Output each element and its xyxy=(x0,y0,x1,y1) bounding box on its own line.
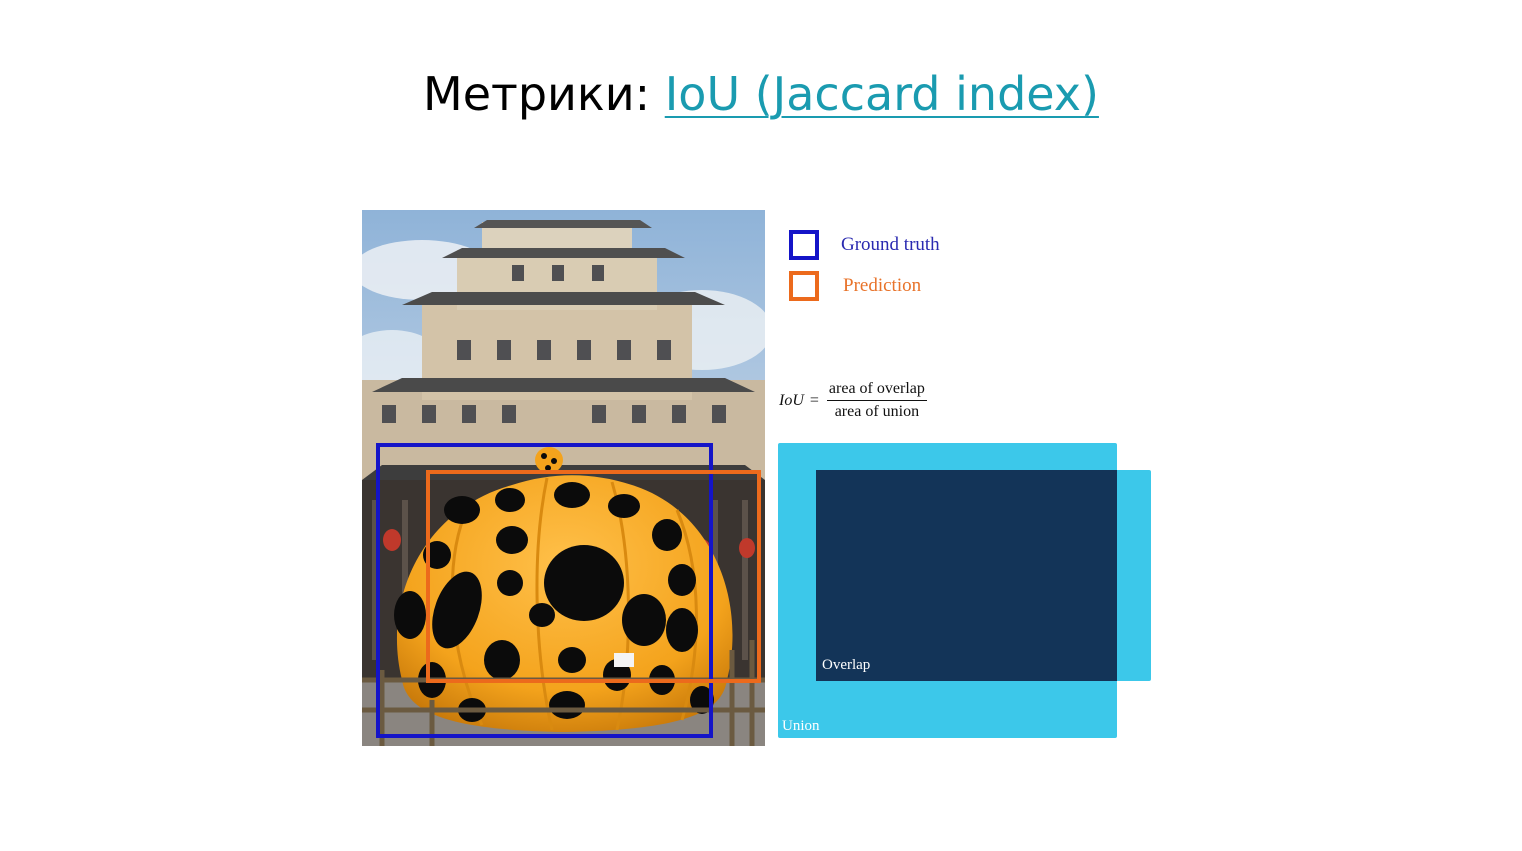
formula-denominator: area of union xyxy=(834,403,920,420)
formula-lhs: IoU xyxy=(779,391,804,409)
overlap-area xyxy=(816,470,1117,681)
overlap-label: Overlap xyxy=(822,657,871,673)
ground-truth-label: Ground truth xyxy=(841,234,940,255)
formula-fraction: area of overlap area of union xyxy=(826,380,927,421)
prediction-label: Prediction xyxy=(843,275,922,296)
title-prefix: Метрики: xyxy=(423,67,665,121)
iou-formula: IoU = area of overlap area of union xyxy=(779,380,927,421)
iou-link[interactable]: IoU (Jaccard index) xyxy=(665,67,1099,121)
union-area-extension xyxy=(1112,470,1151,681)
page-title: Метрики: IoU (Jaccard index) xyxy=(0,62,1522,126)
union-label: Union xyxy=(782,718,820,734)
ground-truth-swatch xyxy=(789,230,819,260)
formula-numerator: area of overlap xyxy=(826,380,927,401)
formula-equals: = xyxy=(809,391,819,409)
pumpkin-photo xyxy=(362,210,765,746)
prediction-swatch xyxy=(789,271,819,301)
